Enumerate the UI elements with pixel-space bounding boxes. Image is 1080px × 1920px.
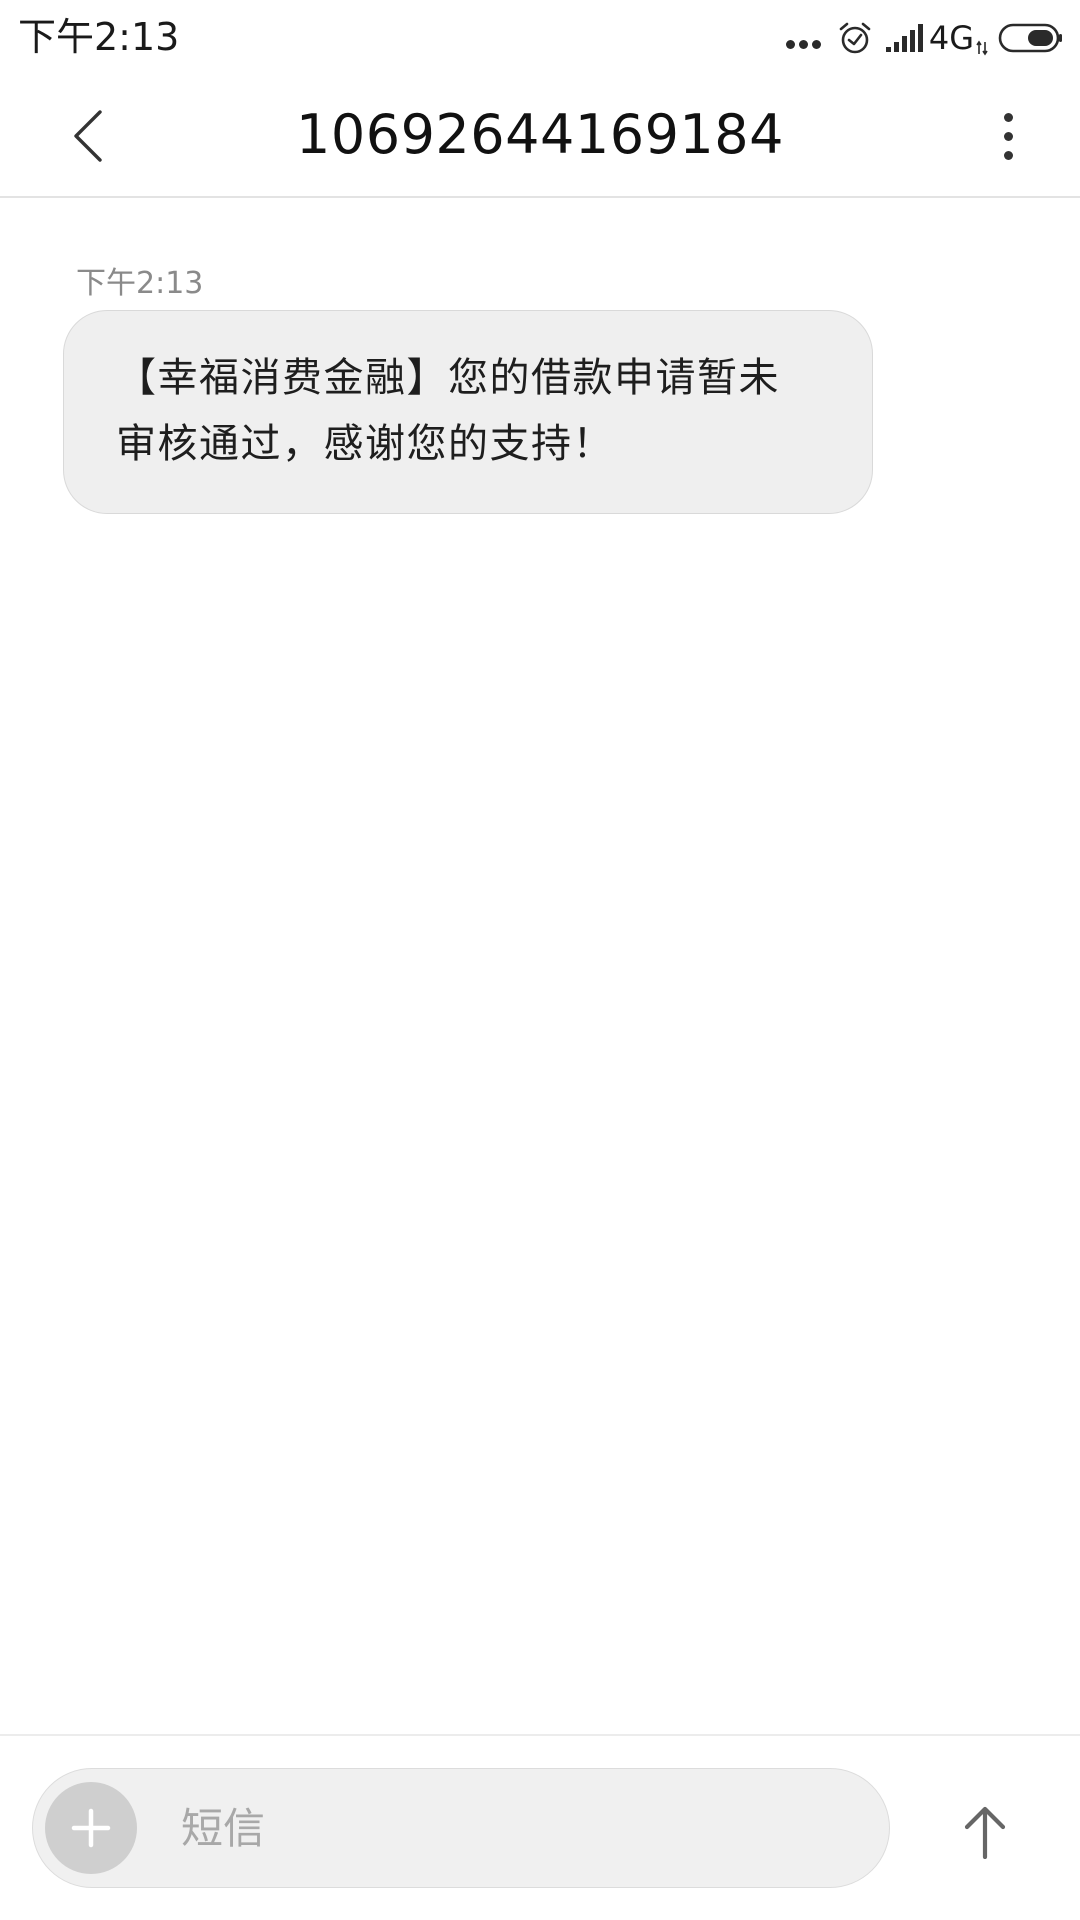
chevron-left-icon [74,110,102,162]
battery-icon [998,23,1062,53]
incoming-message-bubble[interactable]: 【幸福消费金融】您的借款申请暂未审核通过，感谢您的支持！ [63,310,873,514]
compose-field [32,1768,890,1888]
compose-bar [0,1734,1080,1920]
attach-button[interactable] [45,1782,137,1874]
plus-icon [71,1808,111,1848]
status-icons: 4G [784,18,1064,58]
message-input[interactable] [181,1799,841,1859]
signal-bars-icon [885,24,923,52]
more-dots-icon [784,34,823,49]
status-bar: 下午2:13 4G [0,0,1080,76]
app-bar: 10692644169184 [0,76,1080,198]
more-vertical-icon [1003,112,1013,122]
alarm-clock-icon [839,22,871,54]
network-type-label: 4G [928,19,974,57]
message-timestamp: 下午2:13 [76,266,204,301]
arrow-up-icon [964,1806,1006,1859]
back-button[interactable] [56,96,120,176]
data-arrows-icon [976,40,988,56]
conversation-list[interactable]: 下午2:13 【幸福消费金融】您的借款申请暂未审核通过，感谢您的支持！ [0,198,1080,1732]
send-button[interactable] [950,1792,1020,1872]
messaging-screen: 下午2:13 4G 10692644169184 下午2:13 【幸福消费金融】… [0,0,1080,1920]
more-options-button[interactable] [984,98,1032,174]
status-time: 下午2:13 [18,15,180,59]
conversation-title: 10692644169184 [296,103,784,166]
